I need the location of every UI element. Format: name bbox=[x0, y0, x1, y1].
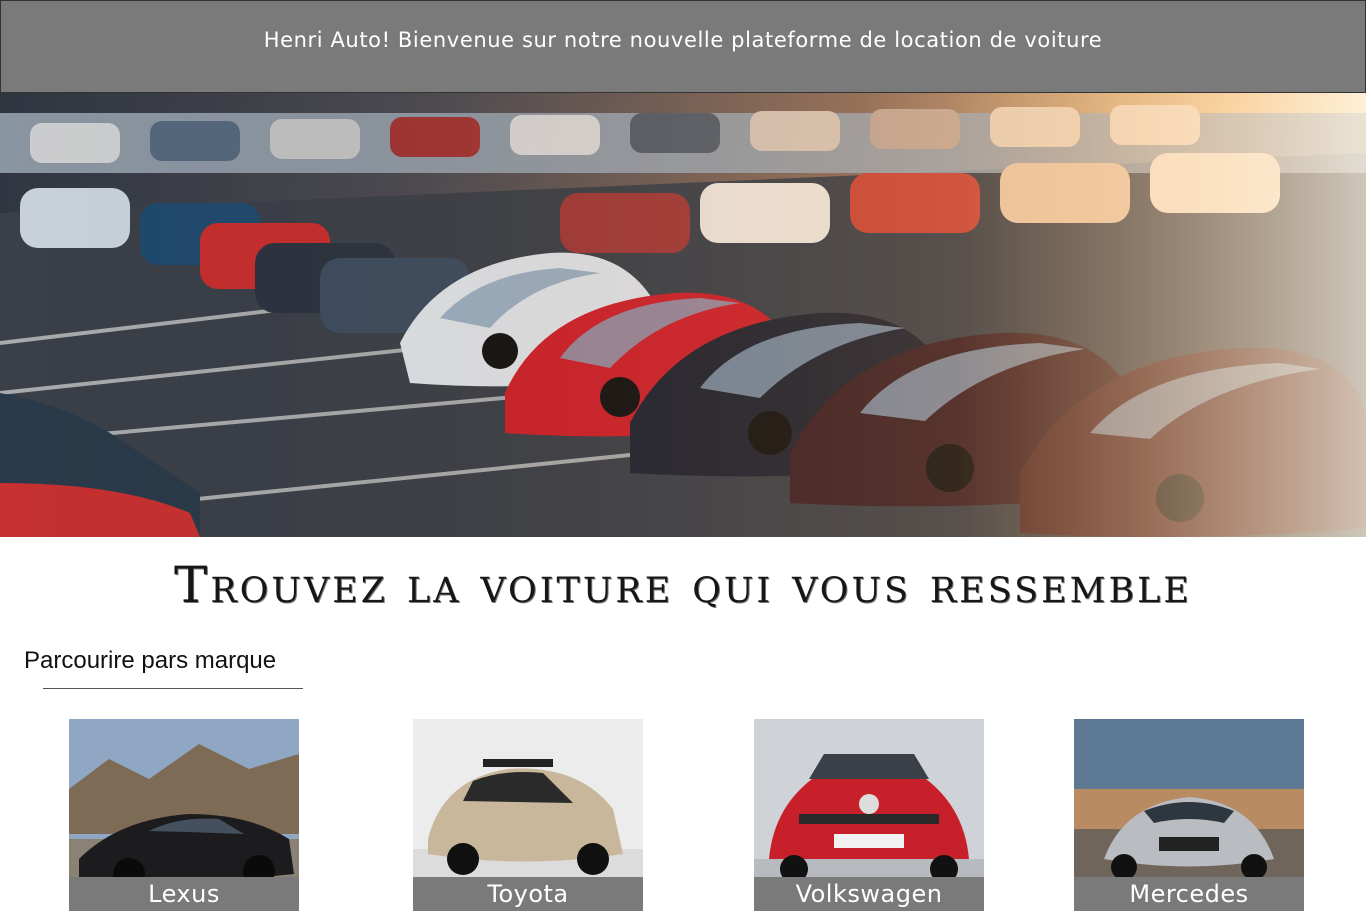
brand-label-toyota: Toyota bbox=[413, 877, 643, 911]
banner-text: Henri Auto! Bienvenue sur notre nouvelle… bbox=[263, 27, 1103, 52]
page-headline: Trouvez la voiture qui vous ressemble bbox=[174, 556, 1192, 614]
brand-card-mercedes[interactable]: Mercedes bbox=[1074, 719, 1304, 911]
brand-card-volkswagen[interactable]: Volkswagen bbox=[754, 719, 984, 911]
brand-card-toyota[interactable]: Toyota bbox=[413, 719, 643, 911]
brand-label-mercedes: Mercedes bbox=[1074, 877, 1304, 911]
section-divider bbox=[43, 688, 303, 689]
hero-image-car-lot bbox=[0, 93, 1366, 537]
brand-card-lexus[interactable]: Lexus bbox=[69, 719, 299, 911]
section-title: Parcourire pars marque bbox=[24, 647, 277, 674]
brand-label-volkswagen: Volkswagen bbox=[754, 877, 984, 911]
brand-label-lexus: Lexus bbox=[69, 877, 299, 911]
welcome-banner: Henri Auto! Bienvenue sur notre nouvelle… bbox=[0, 0, 1366, 93]
